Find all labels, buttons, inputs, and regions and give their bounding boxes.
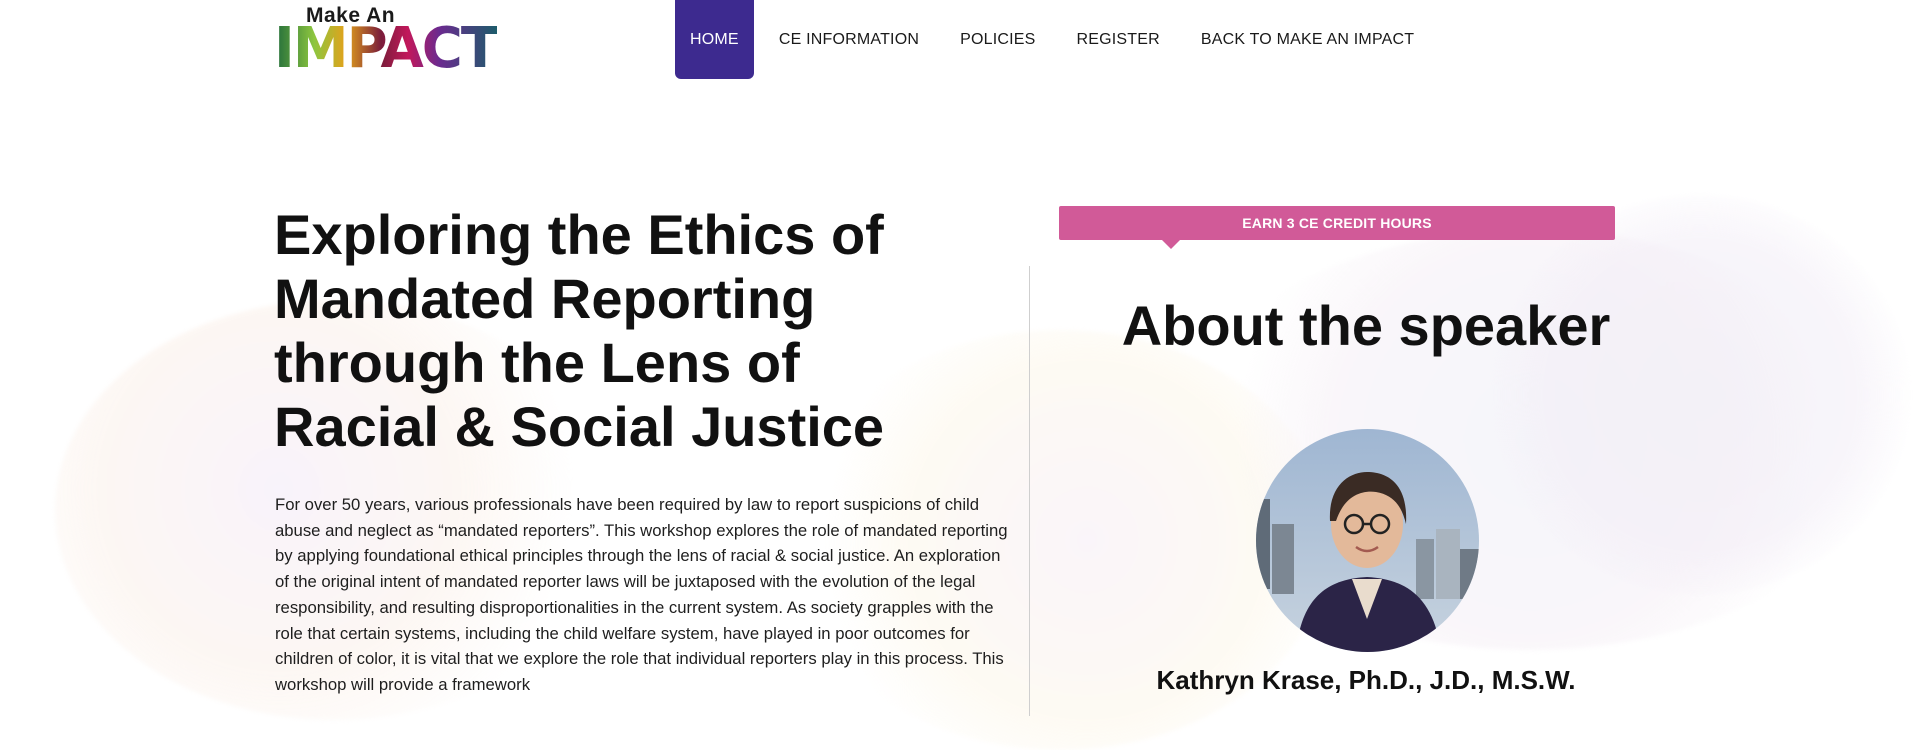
make-an-impact-logo[interactable]: Make An IMPACT — [274, 4, 549, 81]
speaker-photo — [1256, 429, 1479, 652]
nav-item-home[interactable]: HOME — [675, 0, 754, 79]
nav-item-register[interactable]: REGISTER — [1061, 0, 1176, 79]
ce-credit-badge: EARN 3 CE CREDIT HOURS — [1059, 206, 1615, 240]
speaker-name: Kathryn Krase, Ph.D., J.D., M.S.W. — [1156, 665, 1576, 695]
background-blob — [1490, 195, 1910, 595]
page-title: Exploring the Ethics of Mandated Reporti… — [274, 203, 885, 458]
speaker-section-heading: About the speaker — [1121, 294, 1611, 357]
main-nav: HOME CE INFORMATION POLICIES REGISTER BA… — [675, 0, 1439, 79]
column-divider — [1029, 266, 1030, 716]
workshop-description: For over 50 years, various professionals… — [275, 495, 1008, 694]
logo-wordmark: IMPACT — [274, 16, 499, 81]
nav-item-ce-information[interactable]: CE INFORMATION — [763, 0, 935, 79]
badge-pointer — [1162, 240, 1180, 249]
nav-item-back-to-make-an-impact[interactable]: BACK TO MAKE AN IMPACT — [1185, 0, 1430, 79]
nav-item-policies[interactable]: POLICIES — [944, 0, 1051, 79]
